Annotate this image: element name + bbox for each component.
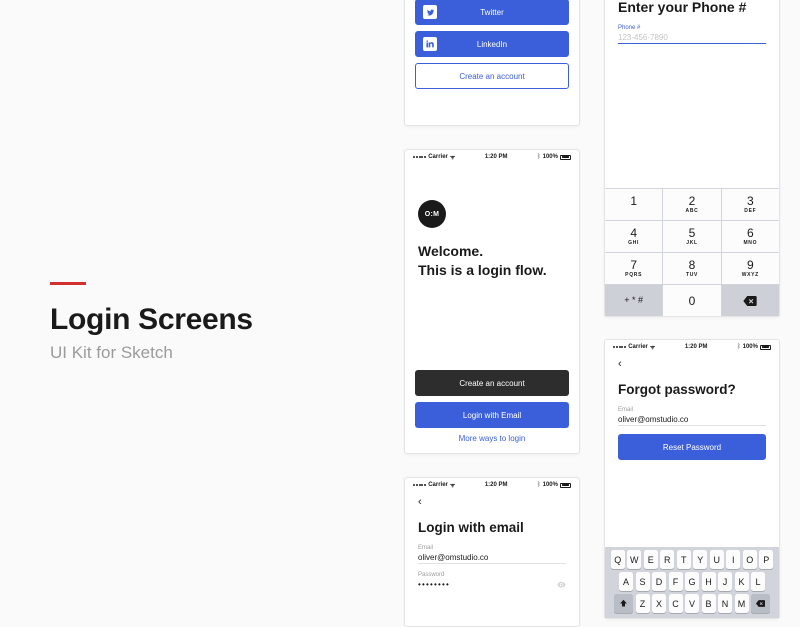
numkey-0[interactable]: 0: [663, 285, 720, 316]
reset-password-button[interactable]: Reset Password: [618, 434, 766, 460]
status-time: 1:20 PM: [485, 154, 508, 160]
key-i[interactable]: I: [726, 550, 740, 569]
numkey-3[interactable]: 3DEF: [722, 189, 779, 220]
key-u[interactable]: U: [710, 550, 724, 569]
create-account-button[interactable]: Create an account: [415, 370, 569, 396]
back-button[interactable]: ‹: [605, 354, 779, 370]
email-label: Email: [418, 545, 566, 551]
linkedin-button[interactable]: LinkedIn: [415, 31, 569, 57]
email-label: Email: [618, 407, 766, 413]
numkey-5[interactable]: 5JKL: [663, 221, 720, 252]
back-button[interactable]: ‹: [405, 492, 579, 508]
card-welcome: Carrierᯤ 1:20 PM ᛒ100% O:M Welcome. This…: [404, 149, 580, 454]
status-bar: Carrierᯤ 1:20 PM ᛒ100%: [405, 150, 579, 164]
welcome-line1: Welcome.: [418, 242, 566, 261]
linkedin-icon: [423, 37, 437, 51]
twitter-button[interactable]: Twitter: [415, 0, 569, 25]
key-n[interactable]: N: [718, 594, 732, 613]
key-m[interactable]: M: [735, 594, 749, 613]
qwerty-keyboard: QWERTYUIOP ASDFGHJKL ZXCVBNM: [605, 547, 779, 618]
key-f[interactable]: F: [669, 572, 683, 591]
key-j[interactable]: J: [718, 572, 732, 591]
twitter-label: Twitter: [480, 8, 504, 17]
key-v[interactable]: V: [685, 594, 699, 613]
hero-block: Login Screens UI Kit for Sketch: [50, 282, 350, 363]
wifi-icon: ᯤ: [450, 153, 455, 161]
key-x[interactable]: X: [652, 594, 666, 613]
numkey-9[interactable]: 9WXYZ: [722, 253, 779, 284]
brand-logo: O:M: [418, 200, 446, 228]
numkey-6[interactable]: 6MNO: [722, 221, 779, 252]
linkedin-label: LinkedIn: [477, 40, 507, 49]
hero-title: Login Screens: [50, 303, 350, 337]
numkey-symbols[interactable]: + * #: [605, 285, 662, 316]
key-k[interactable]: K: [735, 572, 749, 591]
backspace-icon[interactable]: [722, 285, 779, 316]
key-z[interactable]: Z: [636, 594, 650, 613]
forgot-title: Forgot password?: [618, 382, 766, 397]
hero-subtitle: UI Kit for Sketch: [50, 343, 350, 363]
card-forgot: Carrierᯤ 1:20 PM ᛒ100% ‹ Forgot password…: [604, 339, 780, 619]
key-l[interactable]: L: [751, 572, 765, 591]
create-account-button[interactable]: Create an account: [415, 63, 569, 89]
bluetooth-icon: ᛒ: [537, 154, 541, 160]
key-t[interactable]: T: [677, 550, 691, 569]
number-keypad: 1 2ABC3DEF 4GHI5JKL6MNO 7PQRS8TUV9WXYZ + * …: [605, 188, 779, 316]
card-social: Twitter LinkedIn Create an account: [404, 0, 580, 126]
numkey-4[interactable]: 4GHI: [605, 221, 662, 252]
numkey-1[interactable]: 1: [605, 189, 662, 220]
numkey-8[interactable]: 8TUV: [663, 253, 720, 284]
create-account-label: Create an account: [459, 72, 524, 81]
backspace-icon[interactable]: [751, 594, 770, 613]
numkey-7[interactable]: 7PQRS: [605, 253, 662, 284]
login-email-button[interactable]: Login with Email: [415, 402, 569, 428]
shift-icon[interactable]: [614, 594, 633, 613]
key-w[interactable]: W: [627, 550, 641, 569]
key-a[interactable]: A: [619, 572, 633, 591]
numkey-2[interactable]: 2ABC: [663, 189, 720, 220]
key-r[interactable]: R: [660, 550, 674, 569]
key-b[interactable]: B: [702, 594, 716, 613]
login-email-title: Login with email: [418, 520, 566, 535]
card-phone: ‹ Enter your Phone # Phone # 123-456-789…: [604, 0, 780, 317]
key-p[interactable]: P: [759, 550, 773, 569]
phone-title: Enter your Phone #: [618, 0, 766, 15]
twitter-icon: [423, 5, 437, 19]
accent-line: [50, 282, 86, 285]
card-login-email: Carrierᯤ 1:20 PM ᛒ100% ‹ Login with emai…: [404, 477, 580, 627]
phone-label: Phone #: [618, 25, 766, 31]
key-h[interactable]: H: [702, 572, 716, 591]
key-o[interactable]: O: [743, 550, 757, 569]
welcome-line2: This is a login flow.: [418, 261, 566, 280]
key-e[interactable]: E: [644, 550, 658, 569]
key-c[interactable]: C: [669, 594, 683, 613]
password-label: Password: [418, 572, 566, 578]
key-d[interactable]: D: [652, 572, 666, 591]
key-q[interactable]: Q: [611, 550, 625, 569]
phone-input[interactable]: 123-456-7890: [618, 33, 766, 42]
more-ways-link[interactable]: More ways to login: [415, 434, 569, 443]
battery-icon: [560, 155, 571, 160]
email-field[interactable]: oliver@omstudio.co: [418, 553, 566, 562]
key-g[interactable]: G: [685, 572, 699, 591]
password-field[interactable]: ••••••••: [418, 580, 450, 589]
status-bar: Carrierᯤ 1:20 PM ᛒ100%: [405, 478, 579, 492]
key-y[interactable]: Y: [693, 550, 707, 569]
eye-icon[interactable]: [557, 580, 566, 589]
email-field[interactable]: oliver@omstudio.co: [618, 415, 766, 424]
status-bar: Carrierᯤ 1:20 PM ᛒ100%: [605, 340, 779, 354]
key-s[interactable]: S: [636, 572, 650, 591]
